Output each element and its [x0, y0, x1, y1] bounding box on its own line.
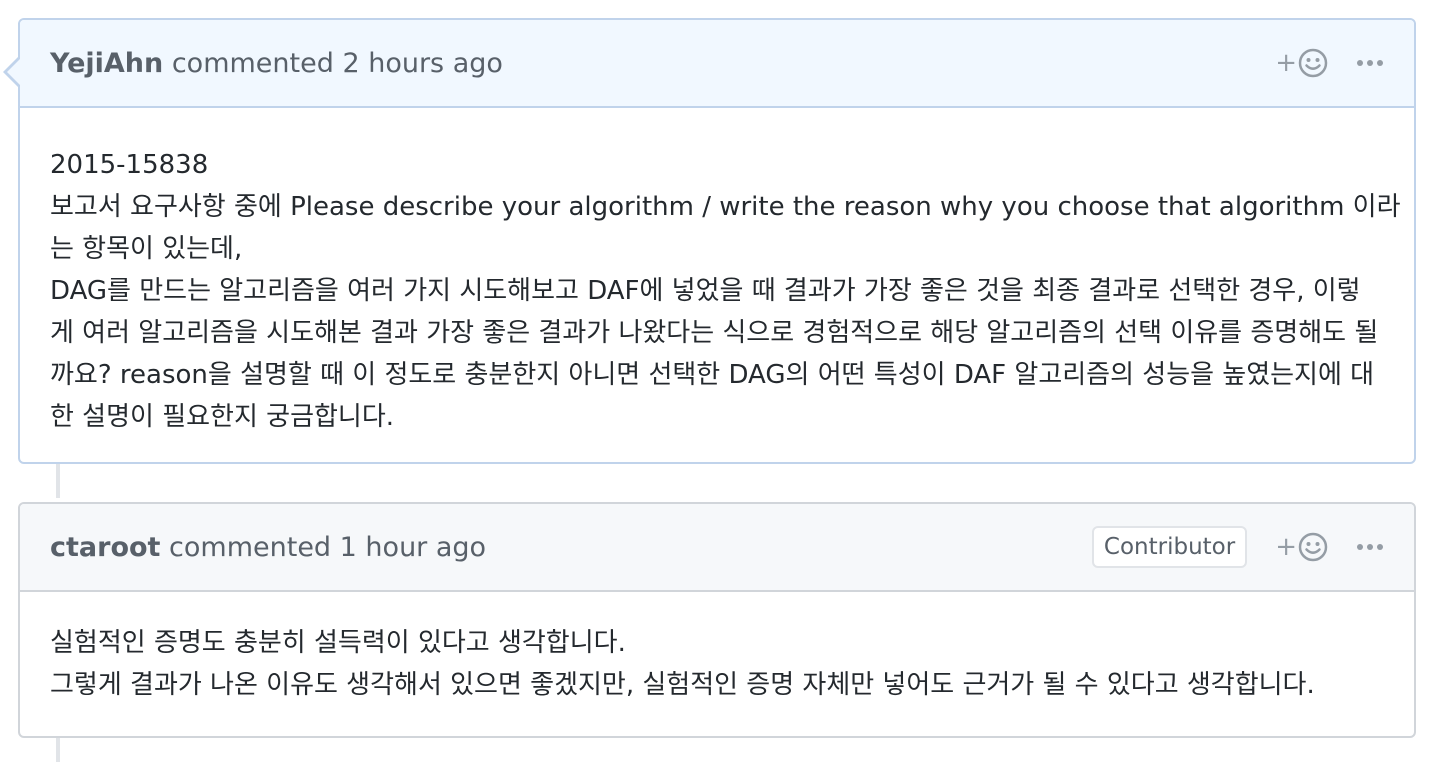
comment-meta: YejiAhn commented 2 hours ago [50, 48, 503, 79]
reaction-plus: + [1275, 48, 1297, 78]
comment-body: 실험적인 증명도 충분히 설득력이 있다고 생각합니다. 그렇게 결과가 나온 … [20, 592, 1414, 734]
comment-meta: ctaroot commented 1 hour ago [50, 532, 486, 563]
comment-body-line: 그렇게 결과가 나온 이유도 생각해서 있으면 좋겠지만, 실험적인 증명 자체… [50, 670, 1315, 700]
comment-menu-button[interactable] [1356, 55, 1384, 71]
timeline-connector [56, 738, 60, 762]
reaction-plus: + [1275, 532, 1297, 562]
comment-arrow-fill [7, 58, 21, 86]
kebab-horizontal-icon [1357, 544, 1383, 550]
comment-body-line: 실험적인 증명도 충분히 설득력이 있다고 생각합니다. [50, 628, 626, 658]
comment-header: ctaroot commented 1 hour ago Contributor… [20, 504, 1414, 592]
comment-body-line: 보고서 요구사항 중에 Please describe your algorit… [50, 192, 1401, 222]
kebab-horizontal-icon [1357, 60, 1383, 66]
add-reaction-button[interactable]: + [1275, 48, 1328, 78]
comment-body: 2015-15838 보고서 요구사항 중에 Please describe y… [20, 108, 1414, 466]
header-actions: Contributor + [1091, 526, 1384, 568]
comment-timestamp[interactable]: 2 hours ago [342, 48, 502, 79]
comment-header: YejiAhn commented 2 hours ago + [3, 20, 1414, 108]
comment-card: YejiAhn commented 2 hours ago + 2015-158… [3, 18, 1416, 466]
comment-body-line: 는 항목이 있는데, [50, 234, 243, 264]
author-link[interactable]: ctaroot [50, 532, 160, 563]
timeline-connector [56, 464, 60, 498]
smiley-icon [1298, 48, 1328, 78]
header-actions: + [1275, 48, 1384, 78]
smiley-icon [1298, 532, 1328, 562]
comment-card: ctaroot commented 1 hour ago Contributor… [18, 502, 1416, 738]
comment-action: commented [169, 531, 332, 563]
comment-body-line: 게 여러 알고리즘을 시도해본 결과 가장 좋은 결과가 나왔다는 식으로 경험… [50, 318, 1379, 348]
contributor-badge: Contributor [1091, 526, 1248, 568]
comment-body-line: 2015-15838 [50, 150, 209, 180]
add-reaction-button[interactable]: + [1275, 532, 1328, 562]
comment-body-line: 까요? reason을 설명할 때 이 정도로 충분한지 아니면 선택한 DAG… [50, 360, 1375, 390]
comment-timestamp[interactable]: 1 hour ago [340, 532, 486, 563]
comment-menu-button[interactable] [1356, 539, 1384, 555]
comment-body-line: 한 설명이 필요한지 궁금합니다. [50, 402, 395, 432]
comment-body-line: DAG를 만드는 알고리즘을 여러 가지 시도해보고 DAF에 넣었을 때 결과… [50, 276, 1361, 306]
author-link[interactable]: YejiAhn [50, 48, 163, 79]
comment-action: commented [171, 47, 334, 79]
